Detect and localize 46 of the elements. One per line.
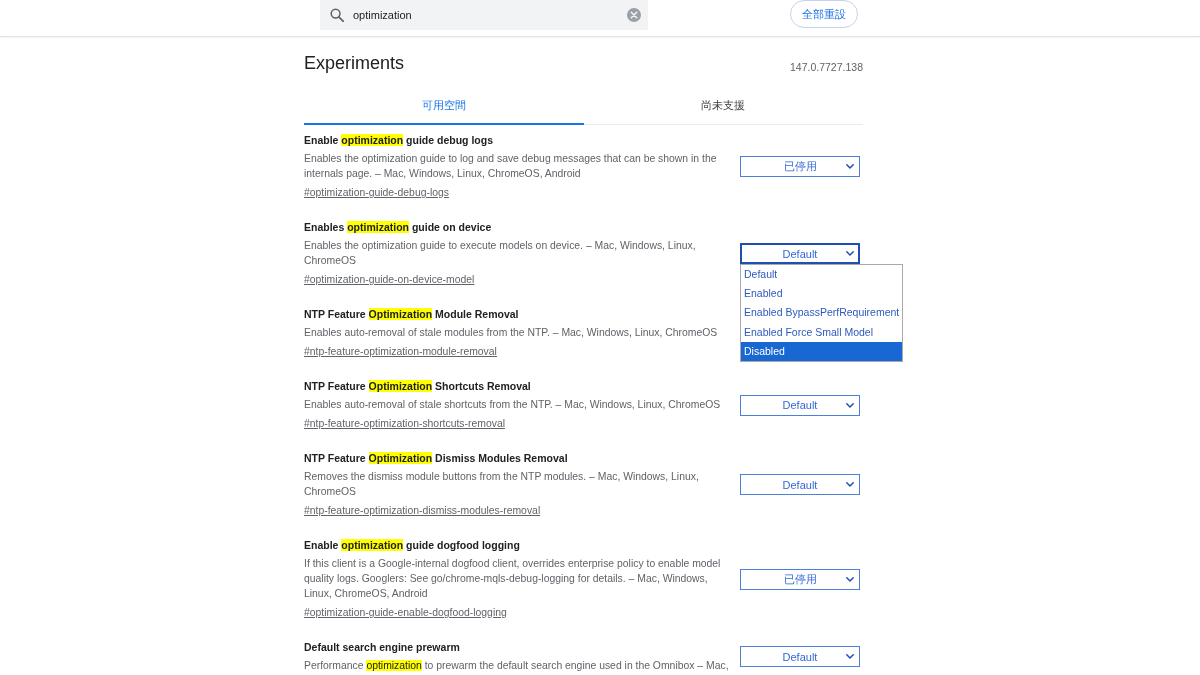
experiment-description: Removes the dismiss module buttons from the NTP modules. – Mac, Windows, Linux, ChromeOS (304, 470, 700, 499)
experiment-title: Enable optimization guide dogfood logging (304, 538, 521, 553)
chevron-down-icon (846, 402, 854, 408)
experiment-description: Performance optimization to prewarm the default search engine used in the Omnibox – Mac, (304, 659, 730, 673)
flag-link[interactable]: #optimization-guide-on-device-model (304, 274, 475, 285)
dropdown-option[interactable]: Enabled BypassPerfRequirement (741, 303, 903, 323)
search-input[interactable]: optimization (353, 7, 618, 23)
chevron-down-icon (846, 576, 854, 582)
chevron-down-icon (846, 251, 854, 256)
experiment-title: NTP Feature Optimization Module Removal (304, 307, 520, 322)
dropdown[interactable]: Default (740, 394, 860, 416)
page-title: Experiments (304, 52, 405, 75)
experiment-description: Enables auto-removal of stale modules from the NTP. – Mac, Windows, Linux, ChromeOS (304, 326, 719, 340)
dropdown-option[interactable]: Default (741, 265, 903, 285)
experiment-description: Enables the optimization guide to log and save debug messages that can be shown in the internals page. – Mac, Windows, Linux, ChromeOS, Android (304, 152, 718, 181)
version-number: 147.0.7727.138 (790, 60, 863, 74)
dropdown[interactable]: Default (740, 243, 860, 264)
experiment-description: Enables auto-removal of stale shortcuts from the NTP. – Mac, Windows, Linux, ChromeOS (304, 398, 722, 412)
experiment-description: Enables the optimization guide to execute models on device. – Mac, Windows, Linux, ChromeOS (304, 239, 697, 268)
reset-all-button[interactable]: 全部重設 (790, 0, 858, 28)
dropdown[interactable]: Default (740, 474, 860, 495)
dropdown-option[interactable]: Enabled Force Small Model (741, 322, 903, 342)
tab[interactable]: 尚未支援 (583, 75, 863, 125)
experiment-description: If this client is a Google-internal dogfood client, overrides enterprise policy to enable model quality logs. Googlers: See go/chrome-mqls-debug-logging for details. – Mac, Windows, Linux, ChromeOS, Android (304, 557, 722, 601)
experiment-title: Default search engine prewarm (304, 640, 461, 655)
tab[interactable]: 可用空間 (304, 75, 584, 125)
experiment-title: Enables optimization guide on device (304, 220, 493, 235)
clear-icon[interactable] (627, 8, 641, 22)
chevron-down-icon (846, 654, 854, 659)
dropdown-option[interactable]: Enabled (741, 284, 903, 304)
search-field[interactable]: optimization (320, 0, 648, 30)
experiment-title: Enable optimization guide debug logs (304, 133, 495, 148)
dropdown[interactable]: 已停用 (740, 568, 860, 590)
flag-link[interactable]: #ntp-feature-optimization-module-removal (304, 346, 497, 357)
flag-link[interactable]: #optimization-guide-debug-logs (304, 187, 449, 198)
flag-link[interactable]: #ntp-feature-optimization-dismiss-modules-removal (304, 505, 541, 516)
dropdown-option[interactable]: Disabled (741, 341, 903, 361)
experiment-title: NTP Feature Optimization Shortcuts Removal (304, 379, 532, 394)
chevron-down-icon (846, 164, 854, 169)
chevron-down-icon (846, 482, 854, 487)
dropdown[interactable]: 已停用 (740, 156, 860, 177)
flag-link[interactable]: #optimization-guide-enable-dogfood-logging (304, 607, 507, 618)
flag-link[interactable]: #ntp-feature-optimization-shortcuts-removal (304, 418, 505, 429)
dropdown[interactable]: Default (740, 646, 860, 667)
search-icon (330, 8, 344, 22)
experiment-title: NTP Feature Optimization Dismiss Modules Removal (304, 451, 569, 466)
